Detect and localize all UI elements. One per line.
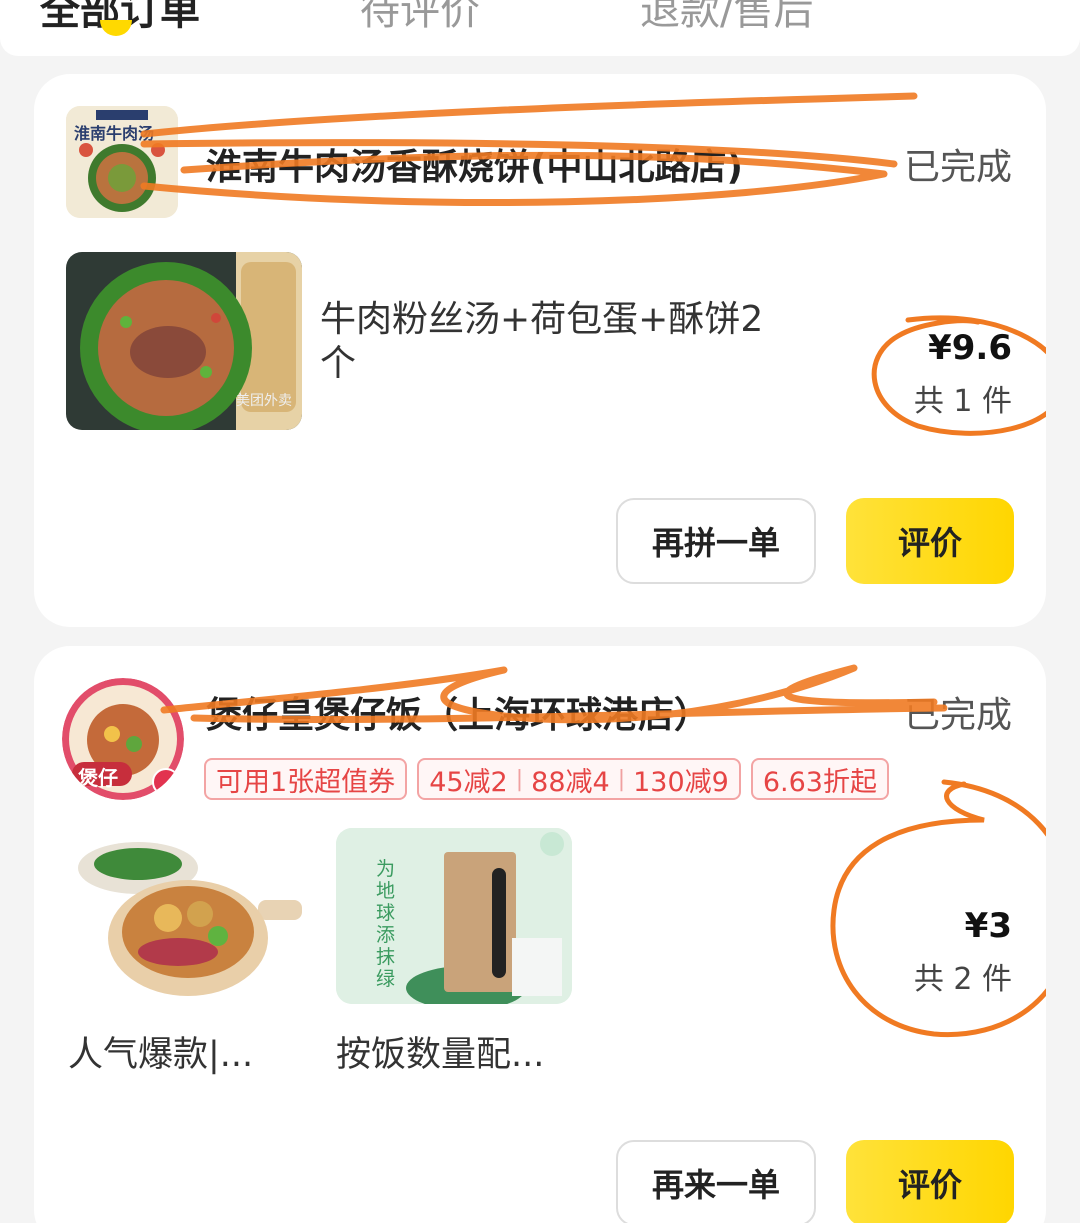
order-price: ¥9.6 xyxy=(928,328,1012,368)
divider: | xyxy=(515,766,524,792)
store-logo[interactable]: 淮南牛肉汤 xyxy=(66,106,178,218)
discount-badge[interactable]: 45减2 | 88减4 | 130减9 xyxy=(417,758,741,800)
claypot-rice-photo xyxy=(68,828,304,1004)
order-status: 已完成 xyxy=(903,147,1012,188)
reorder-button[interactable]: 再拼一单 xyxy=(616,498,816,584)
order-status: 已完成 xyxy=(903,695,1012,736)
thumbnail-slogan: 为地球添抹绿 xyxy=(376,858,396,990)
item-thumbnail[interactable]: 为地球添抹绿 xyxy=(336,828,572,1004)
order-card[interactable]: 淮南牛肉汤 淮南牛肉汤香酥烧饼(中山北路店) 已完成 美团外卖 牛肉粉丝汤+荷包… xyxy=(34,74,1046,627)
coupon-badge[interactable]: 可用1张超值券 xyxy=(204,758,408,800)
tab-pending-review[interactable]: 待评价 xyxy=(360,0,480,36)
discount-rate-badge[interactable]: 6.63折起 xyxy=(750,758,889,800)
store-logo-text: 煲仔 xyxy=(78,766,118,790)
store-logo[interactable]: 煲仔 xyxy=(62,678,184,800)
store-logo-text: 淮南牛肉汤 xyxy=(74,124,155,143)
review-button[interactable]: 评价 xyxy=(846,1140,1014,1223)
price-circle-annotation xyxy=(830,779,1046,1038)
promo-row: 可用1张超值券 45减2 | 88减4 | 130减9 6.63折起 xyxy=(204,758,889,800)
utensil-pack-photo xyxy=(336,828,572,1004)
order-card[interactable]: 煲仔 煲仔皇煲仔饭（上海环球港店） 已完成 可用1张超值券 45减2 | 88减… xyxy=(34,646,1046,1223)
discount-tier: 130减9 xyxy=(633,766,729,798)
tab-refund-aftersale[interactable]: 退款/售后 xyxy=(640,0,813,36)
item-caption: 按饭数量配... xyxy=(336,1035,545,1075)
discount-tier: 45减2 xyxy=(429,766,508,798)
store-name[interactable]: 淮南牛肉汤香酥烧饼(中山北路店) xyxy=(206,138,743,190)
item-caption: 人气爆款|... xyxy=(68,1035,254,1075)
order-price: ¥3 xyxy=(964,906,1012,946)
live-badge-icon xyxy=(152,768,180,796)
watermark: 美团外卖 xyxy=(236,393,292,409)
review-button[interactable]: 评价 xyxy=(846,498,1014,584)
order-tab-bar: 全部订单 待评价 退款/售后 xyxy=(0,0,1080,56)
divider: | xyxy=(617,766,626,792)
item-description: 牛肉粉丝汤+荷包蛋+酥饼2个 xyxy=(320,299,764,384)
item-count: 共 2 件 xyxy=(913,962,1012,997)
store-name[interactable]: 煲仔皇煲仔饭（上海环球港店） xyxy=(206,686,710,738)
item-count: 共 1 件 xyxy=(913,384,1012,419)
item-thumbnail[interactable] xyxy=(68,828,304,1004)
discount-tier: 88减4 xyxy=(531,766,610,798)
item-thumbnail[interactable]: 美团外卖 xyxy=(66,252,302,430)
reorder-button[interactable]: 再来一单 xyxy=(616,1140,816,1223)
